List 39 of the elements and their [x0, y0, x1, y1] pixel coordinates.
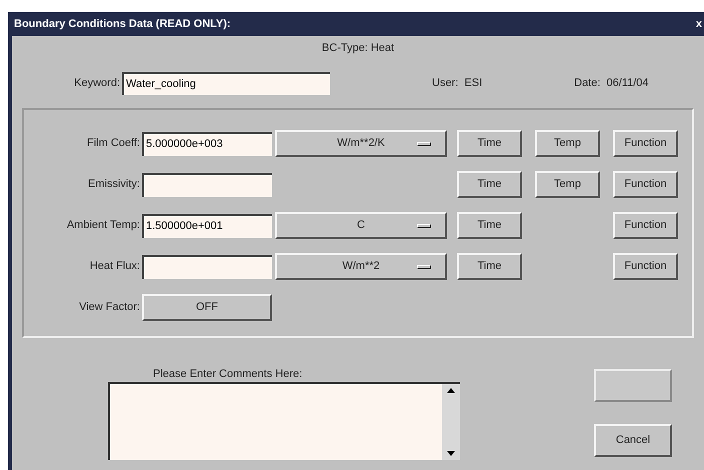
function-button[interactable]: Function — [613, 130, 678, 157]
bc-type-label: BC-Type: Heat — [322, 41, 394, 56]
temp-button[interactable]: Temp — [535, 171, 600, 198]
function-button[interactable]: Function — [613, 212, 678, 239]
unit-dropdown[interactable]: W/m**2 — [275, 253, 447, 280]
scroll-down-icon[interactable] — [447, 451, 455, 456]
window-title: Boundary Conditions Data (READ ONLY): — [14, 16, 231, 32]
input-field[interactable]: 5.000000e+003 — [142, 132, 272, 156]
unit-dropdown[interactable]: C — [275, 212, 447, 239]
unit-dropdown[interactable]: W/m**2/K — [275, 130, 447, 157]
input-field[interactable] — [142, 254, 272, 278]
field-label: Ambient Temp: — [66, 218, 141, 234]
field-label: Emissivity: — [87, 177, 141, 192]
input-field[interactable]: 1.500000e+001 — [142, 214, 272, 238]
function-button[interactable]: Function — [613, 253, 678, 280]
time-button[interactable]: Time — [457, 171, 522, 198]
dropdown-indicator-icon — [417, 224, 431, 228]
input-field[interactable] — [142, 172, 272, 196]
comments-field[interactable] — [108, 382, 460, 460]
keyword-field[interactable]: Water_cooling — [122, 72, 330, 94]
field-label: Film Coeff: — [86, 136, 141, 152]
field-label: Heat Flux: — [88, 259, 141, 274]
time-button[interactable]: Time — [457, 212, 522, 239]
function-button[interactable]: Function — [613, 171, 678, 198]
user-label: User: ESI — [432, 76, 482, 91]
close-button[interactable]: x — [696, 16, 702, 32]
time-button[interactable]: Time — [457, 253, 522, 280]
temp-button[interactable]: Temp — [535, 130, 600, 157]
date-label: Date: 06/11/04 — [574, 76, 649, 91]
dropdown-indicator-icon — [417, 265, 431, 269]
comments-label: Please Enter Comments Here: — [153, 367, 304, 380]
time-button[interactable]: Time — [457, 130, 522, 157]
scroll-up-icon[interactable] — [447, 388, 455, 393]
field-label: View Factor: — [78, 300, 141, 316]
dialog-button[interactable]: Cancel — [594, 424, 672, 457]
dropdown-indicator-icon — [417, 142, 431, 146]
keyword-label: Keyword: — [73, 76, 121, 91]
scrollbar[interactable] — [442, 384, 460, 460]
view-factor-toggle[interactable]: OFF — [142, 294, 272, 321]
